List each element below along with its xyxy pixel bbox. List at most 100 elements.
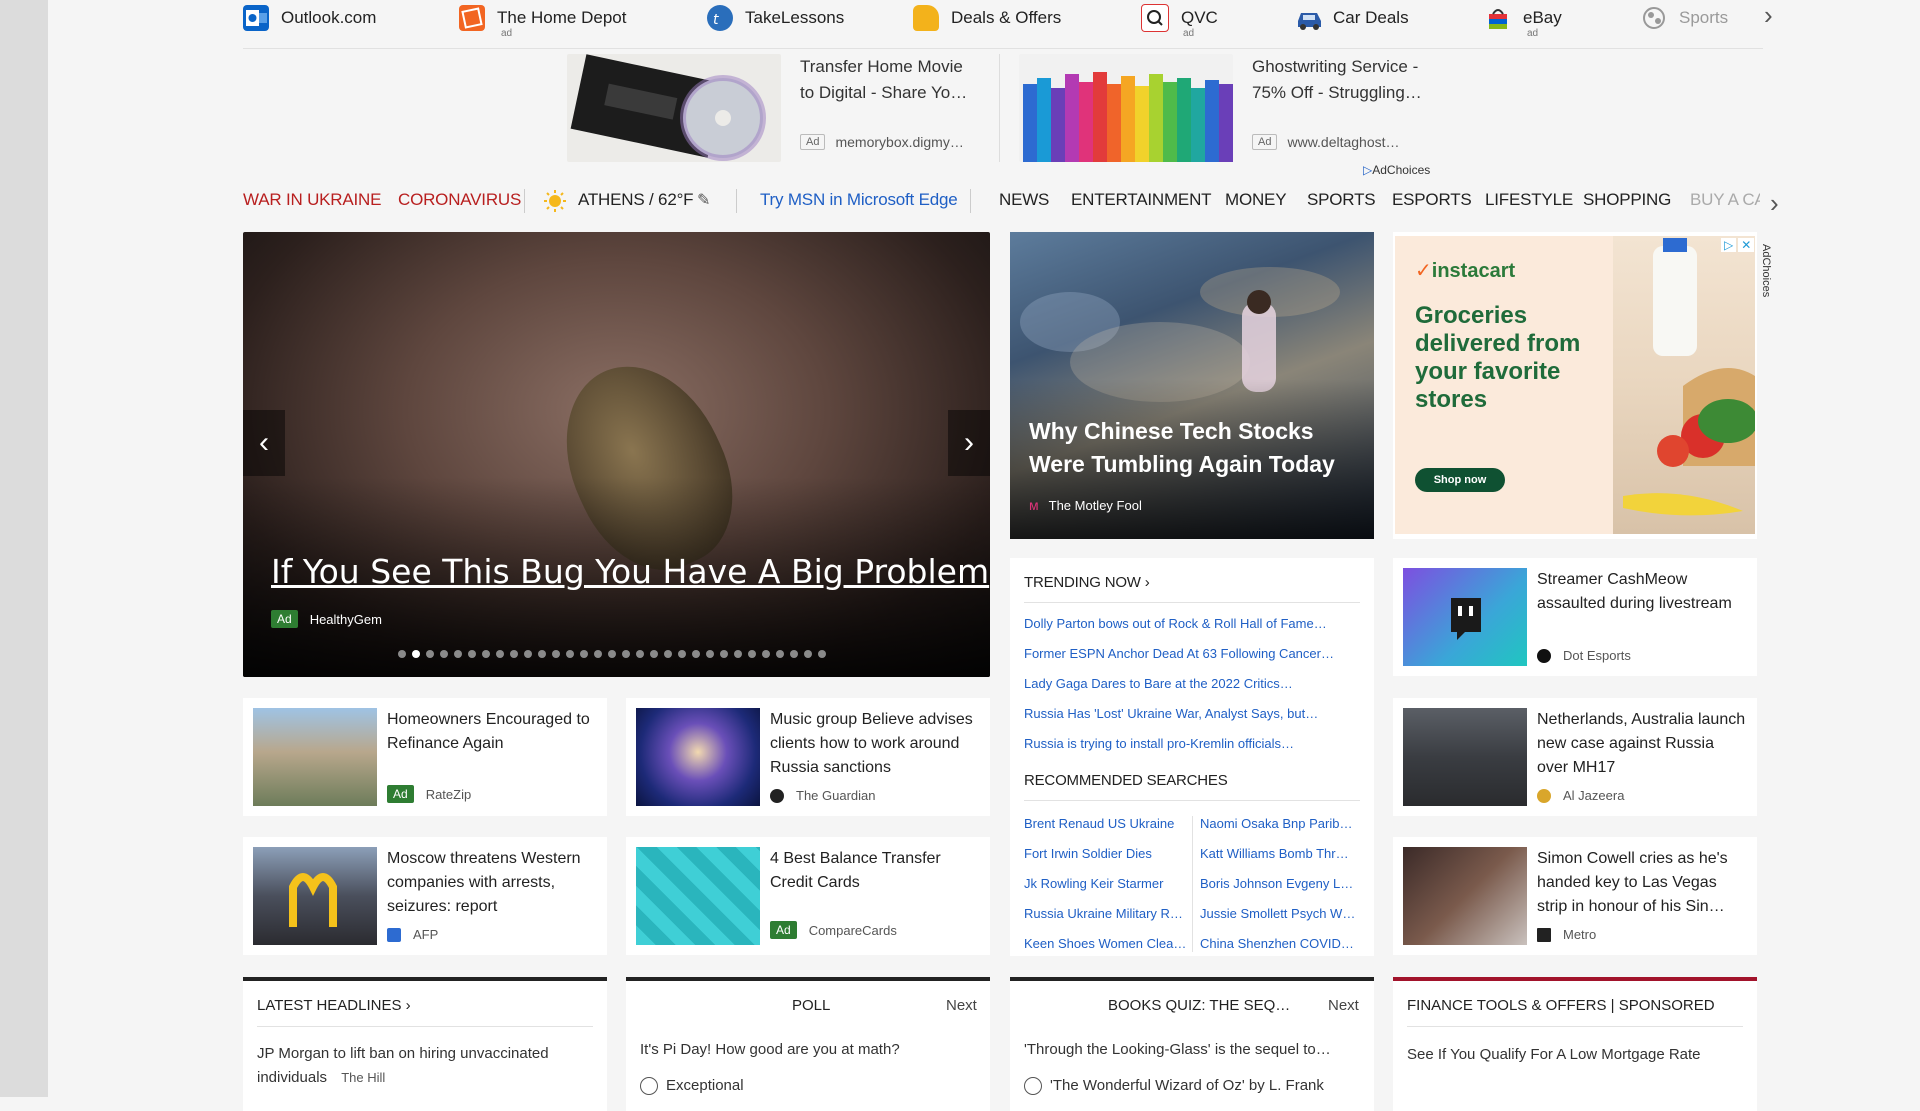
carousel-dot[interactable] xyxy=(538,650,546,658)
quicklink-takelessons[interactable]: t TakeLessons xyxy=(707,0,844,36)
trending-link[interactable]: Former ESPN Anchor Dead At 63 Following … xyxy=(1024,646,1360,661)
news-card-believe[interactable]: Music group Believe advises clients how … xyxy=(626,698,990,816)
carousel-dot[interactable] xyxy=(748,650,756,658)
carousel-dot[interactable] xyxy=(804,650,812,658)
carousel-dot[interactable] xyxy=(440,650,448,658)
story-card-chinese-tech[interactable]: Why Chinese Tech Stocks Were Tumbling Ag… xyxy=(1010,232,1374,539)
recommended-search-link[interactable]: Russia Ukraine Military R… xyxy=(1024,906,1188,921)
topad-title-2[interactable]: Ghostwriting Service - 75% Off - Struggl… xyxy=(1252,54,1422,106)
carousel-dot[interactable] xyxy=(636,650,644,658)
quicklink-car-deals[interactable]: Car Deals xyxy=(1295,0,1409,36)
carousel-dot[interactable] xyxy=(468,650,476,658)
adchoices-triangle-icon[interactable]: ▷ xyxy=(1721,238,1737,252)
news-card-streamer[interactable]: Streamer CashMeow assaulted during lives… xyxy=(1393,558,1757,676)
carousel-dot[interactable] xyxy=(566,650,574,658)
carousel-dot[interactable] xyxy=(594,650,602,658)
recommended-search-link[interactable]: Katt Williams Bomb Thr… xyxy=(1200,846,1362,861)
carousel-dot[interactable] xyxy=(762,650,770,658)
nav-shopping[interactable]: SHOPPING xyxy=(1583,190,1671,210)
news-card-mh17[interactable]: Netherlands, Australia launch new case a… xyxy=(1393,698,1757,816)
nav-next-icon[interactable]: › xyxy=(1770,188,1779,219)
edit-pencil-icon[interactable]: ✎ xyxy=(697,190,710,210)
quiz-option[interactable]: 'The Wonderful Wizard of Oz' by L. Frank xyxy=(1024,1074,1354,1098)
carousel-dot[interactable] xyxy=(552,650,560,658)
poll-next-button[interactable]: Next xyxy=(946,997,977,1014)
quicklinks-next-icon[interactable]: › xyxy=(1764,0,1773,31)
quicklink-ebay[interactable]: eBay ad xyxy=(1485,0,1562,39)
finance-offer-link[interactable]: See If You Qualify For A Low Mortgage Ra… xyxy=(1407,1043,1737,1067)
news-card-simon-cowell[interactable]: Simon Cowell cries as he's handed key to… xyxy=(1393,837,1757,955)
nav-weather[interactable]: ATHENS / 62°F xyxy=(578,190,694,210)
nav-sports[interactable]: SPORTS xyxy=(1307,190,1376,210)
poll-option[interactable]: Exceptional xyxy=(640,1074,970,1098)
recommended-search-link[interactable]: Boris Johnson Evgeny L… xyxy=(1200,876,1362,891)
trending-link[interactable]: Dolly Parton bows out of Rock & Roll Hal… xyxy=(1024,616,1360,631)
carousel-dot[interactable] xyxy=(776,650,784,658)
topad-image-books[interactable] xyxy=(1019,54,1233,162)
carousel-dot[interactable] xyxy=(734,650,742,658)
quicklink-sports[interactable]: Sports xyxy=(1641,0,1728,36)
recommended-search-link[interactable]: Keen Shoes Women Clea… xyxy=(1024,936,1188,951)
carousel-dot[interactable] xyxy=(692,650,700,658)
carousel-dot[interactable] xyxy=(454,650,462,658)
carousel-dot[interactable] xyxy=(426,650,434,658)
topad-image-vhs[interactable] xyxy=(567,54,781,162)
carousel-dot[interactable] xyxy=(664,650,672,658)
recommended-search-link[interactable]: Jussie Smollett Psych W… xyxy=(1200,906,1362,921)
latest-headline-item[interactable]: JP Morgan to lift ban on hiring unvaccin… xyxy=(257,1042,587,1090)
nav-buy-a-car[interactable]: BUY A CA xyxy=(1690,190,1760,210)
recommended-search-link[interactable]: Naomi Osaka Bnp Parib… xyxy=(1200,816,1362,831)
news-card-moscow[interactable]: Moscow threatens Western companies with … xyxy=(243,837,607,955)
carousel-dot[interactable] xyxy=(398,650,406,658)
hero-carousel[interactable]: ‹ › If You See This Bug You Have A Big P… xyxy=(243,232,990,677)
story-title[interactable]: Why Chinese Tech Stocks Were Tumbling Ag… xyxy=(1029,415,1359,481)
quicklink-outlook[interactable]: Outlook.com xyxy=(243,0,376,36)
nav-war-in-ukraine[interactable]: WAR IN UKRAINE xyxy=(243,190,381,210)
adchoices-vertical[interactable]: AdChoices xyxy=(1760,244,1772,297)
carousel-dot[interactable] xyxy=(608,650,616,658)
hero-next-button[interactable]: › xyxy=(948,410,990,476)
recommended-search-link[interactable]: China Shenzhen COVID… xyxy=(1200,936,1362,951)
nav-news[interactable]: NEWS xyxy=(999,190,1049,210)
topad-title-1[interactable]: Transfer Home Movie to Digital - Share Y… xyxy=(800,54,967,106)
carousel-dot[interactable] xyxy=(482,650,490,658)
carousel-dot[interactable] xyxy=(818,650,826,658)
topad-source-1[interactable]: Ad memorybox.digmy… xyxy=(800,134,964,150)
carousel-dot[interactable] xyxy=(496,650,504,658)
topad-source-2[interactable]: Ad www.deltaghost… xyxy=(1252,134,1400,150)
radio-button[interactable] xyxy=(640,1077,658,1096)
radio-button[interactable] xyxy=(1024,1077,1042,1096)
trending-link[interactable]: Russia is trying to install pro-Kremlin … xyxy=(1024,736,1360,751)
adchoices-link[interactable]: ▷AdChoices xyxy=(1363,163,1430,177)
recommended-search-link[interactable]: Jk Rowling Keir Starmer xyxy=(1024,876,1188,891)
carousel-dot[interactable] xyxy=(524,650,532,658)
instacart-ad[interactable]: ✓instacart Groceries delivered from your… xyxy=(1393,232,1758,539)
hero-prev-button[interactable]: ‹ xyxy=(243,410,285,476)
news-card-refinance[interactable]: Homeowners Encouraged to Refinance Again… xyxy=(243,698,607,816)
close-icon[interactable]: ✕ xyxy=(1738,238,1755,252)
trending-heading[interactable]: TRENDING NOW › xyxy=(1024,574,1150,591)
recommended-search-link[interactable]: Brent Renaud US Ukraine xyxy=(1024,816,1188,831)
quicklink-deals[interactable]: Deals & Offers xyxy=(913,0,1061,36)
nav-try-edge-link[interactable]: Try MSN in Microsoft Edge xyxy=(760,190,958,210)
nav-coronavirus[interactable]: CORONAVIRUS xyxy=(398,190,521,210)
carousel-dot[interactable] xyxy=(650,650,658,658)
carousel-dot[interactable] xyxy=(510,650,518,658)
carousel-dot[interactable] xyxy=(720,650,728,658)
quiz-next-button[interactable]: Next xyxy=(1328,997,1359,1014)
quicklink-home-depot[interactable]: The Home Depot ad xyxy=(459,0,626,39)
nav-lifestyle[interactable]: LIFESTYLE xyxy=(1485,190,1573,210)
nav-entertainment[interactable]: ENTERTAINMENT xyxy=(1071,190,1212,210)
nav-money[interactable]: MONEY xyxy=(1225,190,1287,210)
carousel-dot[interactable] xyxy=(678,650,686,658)
instacart-shop-now-button[interactable]: Shop now xyxy=(1415,468,1505,492)
nav-esports[interactable]: ESPORTS xyxy=(1392,190,1472,210)
carousel-dot[interactable] xyxy=(790,650,798,658)
recommended-search-link[interactable]: Fort Irwin Soldier Dies xyxy=(1024,846,1188,861)
trending-link[interactable]: Russia Has 'Lost' Ukraine War, Analyst S… xyxy=(1024,706,1360,721)
news-card-balance-transfer[interactable]: 4 Best Balance Transfer Credit Cards Ad … xyxy=(626,837,990,955)
hero-title[interactable]: If You See This Bug You Have A Big Probl… xyxy=(271,552,989,591)
carousel-dot[interactable] xyxy=(412,650,420,658)
latest-headlines-heading[interactable]: LATEST HEADLINES › xyxy=(257,997,411,1014)
quicklink-qvc[interactable]: QVC ad xyxy=(1141,0,1218,39)
